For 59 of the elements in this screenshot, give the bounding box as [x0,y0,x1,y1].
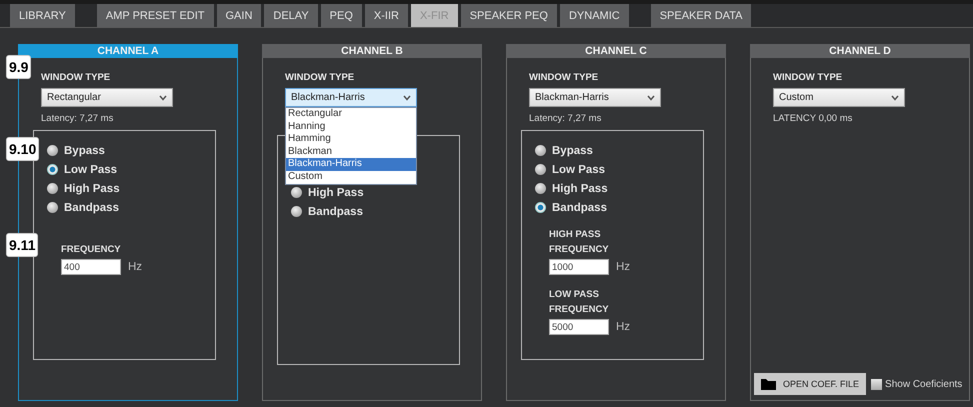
caret-icon [159,94,167,100]
callout-badge: 9.9 [6,55,32,79]
latency-text: LATENCY 0,00 ms [773,113,852,124]
field-label: WINDOW TYPE [773,72,842,83]
radio-option[interactable]: High Pass [291,183,364,202]
tab[interactable]: DYNAMIC [560,4,629,27]
open-file-button[interactable]: OPEN COEF. FILE [754,373,866,395]
window-type-dropdown[interactable]: Custom [773,88,905,107]
radio-option[interactable]: High Pass [535,179,608,198]
field-label: HIGH PASS FREQUENCY [549,228,610,257]
unit-label: Hz [616,321,630,333]
radio-option[interactable]: Low Pass [535,160,606,179]
dropdown-option[interactable]: Hamming [286,133,416,146]
folder-icon [761,378,776,390]
frequency-input[interactable]: 1000 [549,259,609,275]
window-type-dropdown[interactable]: Blackman-Harris [285,88,417,107]
latency-text: Latency: 7,27 ms [529,113,602,124]
caret-icon [403,94,411,100]
channel-header: CHANNEL C [506,44,726,58]
callout-badge: 9.11 [6,233,38,257]
field-label: FREQUENCY [61,243,121,257]
radio-option[interactable]: Bandpass [47,198,119,217]
tab[interactable]: DELAY [264,4,318,27]
tab[interactable]: X-IIR [364,4,408,27]
radio-option[interactable]: Bandpass [535,198,607,217]
radio-option[interactable]: Bypass [47,141,105,160]
window-type-dropdown[interactable]: Rectangular [41,88,173,107]
field-label: WINDOW TYPE [41,72,110,83]
latency-text: Latency: 7,27 ms [41,113,114,124]
tab[interactable]: AMP PRESET EDIT [96,4,214,27]
channel-header: CHANNEL A [18,44,238,58]
dropdown-option[interactable]: Blackman-Harris [286,158,416,171]
channel-header: CHANNEL B [262,44,482,58]
tab[interactable]: SPEAKER DATA [650,4,752,27]
dropdown-option[interactable]: Hanning [286,120,416,134]
callout-badge: 9.10 [6,137,40,161]
field-label: WINDOW TYPE [529,72,598,83]
caret-icon [891,94,899,100]
show-coefficients-checkbox[interactable]: Show Coeficients [871,378,962,390]
frequency-input[interactable]: 5000 [549,319,609,335]
radio-option[interactable]: High Pass [47,179,120,198]
dropdown-option[interactable]: Custom [286,170,416,184]
tab[interactable]: PEQ [320,4,362,27]
field-label: WINDOW TYPE [285,72,354,83]
dropdown-option[interactable]: Rectangular [286,108,416,121]
tab[interactable]: SPEAKER PEQ [460,4,557,27]
frequency-input[interactable]: 400 [61,259,121,275]
radio-option[interactable]: Bypass [535,141,593,160]
radio-option[interactable]: Bandpass [291,202,363,221]
field-label: LOW PASS FREQUENCY [549,288,610,317]
tab[interactable]: LIBRARY [10,4,75,27]
dropdown-option[interactable]: Blackman [286,146,416,158]
window-type-dropdown[interactable]: Blackman-Harris [529,88,661,107]
unit-label: Hz [616,261,630,273]
radio-option[interactable]: Low Pass [47,160,118,179]
channel-header: CHANNEL D [750,44,970,58]
caret-icon [647,94,655,100]
unit-label: Hz [128,261,142,273]
tab[interactable]: GAIN [216,4,262,27]
